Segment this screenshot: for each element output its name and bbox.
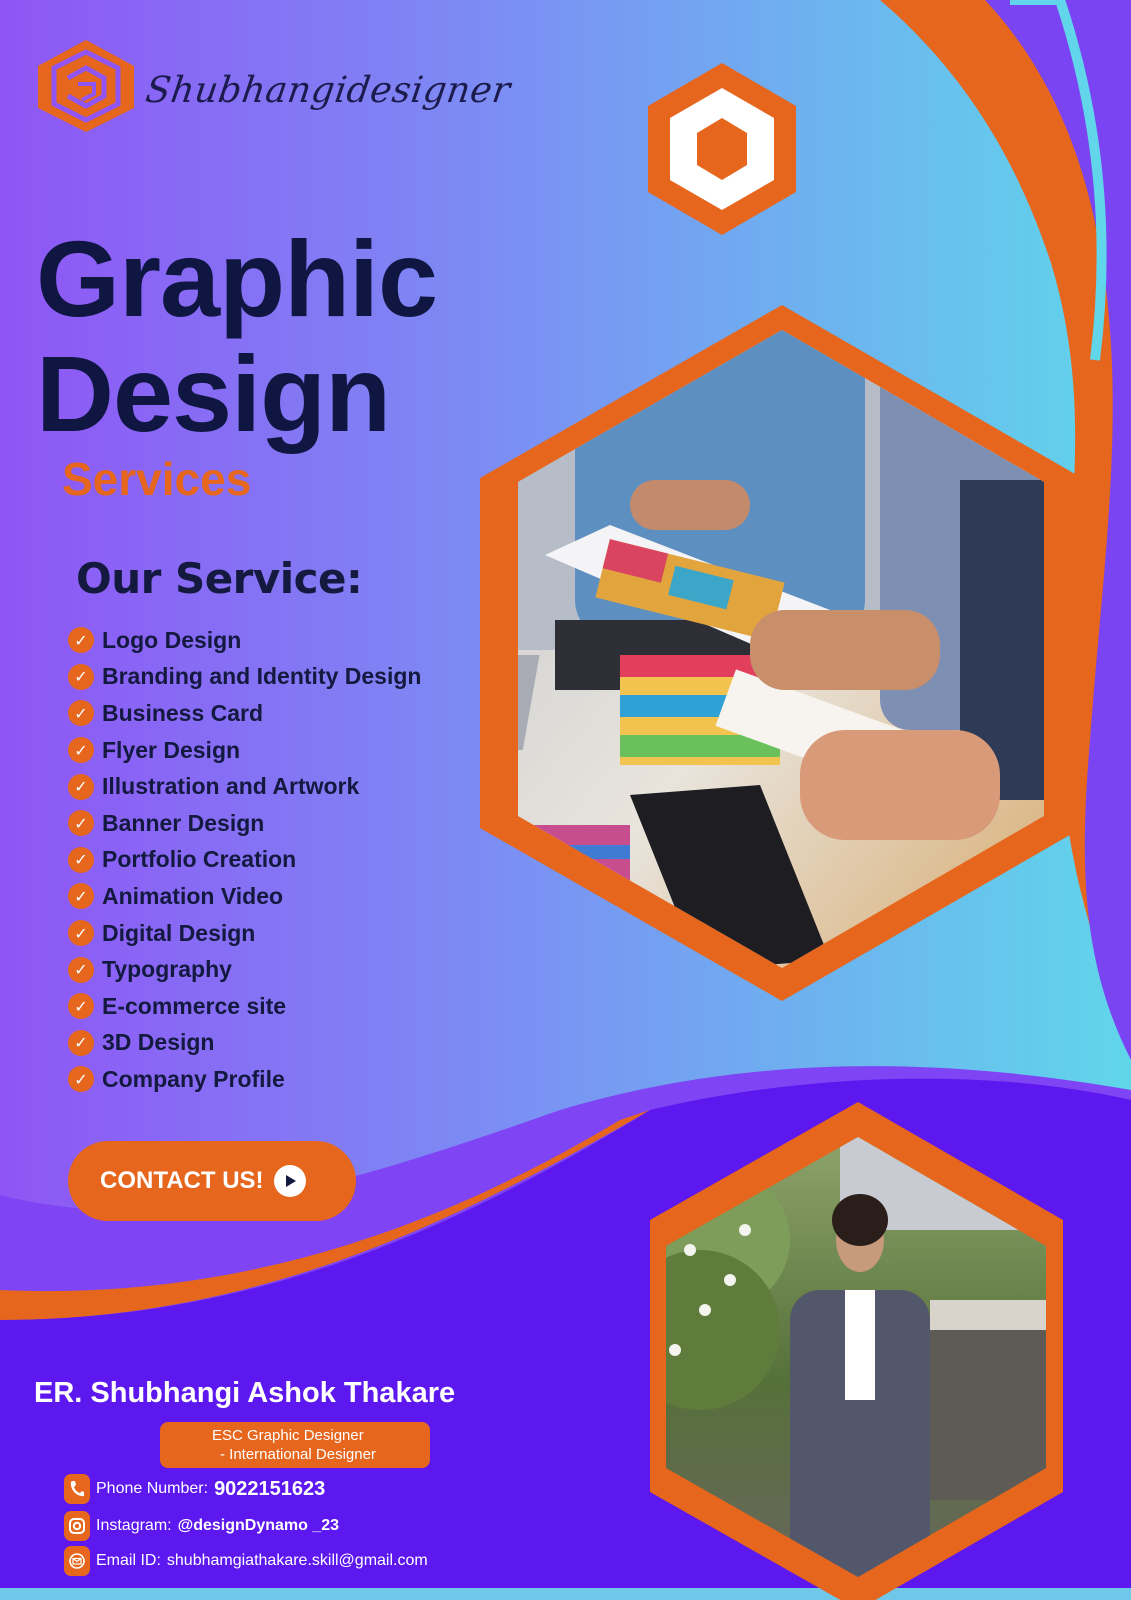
check-circle-icon: ✓	[68, 810, 94, 837]
instagram-icon	[64, 1511, 90, 1541]
brand-header: Shubhangidesigner	[34, 38, 513, 134]
service-item: ✓ Typography	[68, 951, 421, 988]
service-item: ✓ Flyer Design	[68, 732, 421, 769]
check-circle-icon: ✓	[68, 663, 94, 690]
check-circle-icon: ✓	[68, 883, 94, 910]
service-item: ✓ Illustration and Artwork	[68, 768, 421, 805]
service-item: ✓ E-commerce site	[68, 988, 421, 1025]
service-item: ✓ Banner Design	[68, 805, 421, 842]
check-circle-icon: ✓	[68, 920, 94, 947]
instagram-row: Instagram: @designDynamo _23	[64, 1511, 339, 1541]
service-item: ✓ Portfolio Creation	[68, 842, 421, 879]
instagram-label: Instagram:	[96, 1517, 172, 1534]
instagram-handle[interactable]: @designDynamo _23	[178, 1517, 339, 1535]
check-circle-icon: ✓	[68, 956, 94, 983]
service-item: ✓ Animation Video	[68, 878, 421, 915]
role-line2: - International Designer	[220, 1446, 376, 1463]
play-arrow-icon	[273, 1165, 306, 1197]
email-label: Email ID:	[96, 1552, 161, 1569]
email-address[interactable]: shubhamgiathakare.skill@gmail.com	[167, 1552, 428, 1570]
phone-label: Phone Number:	[96, 1480, 209, 1497]
service-item: ✓ Digital Design	[68, 915, 421, 952]
check-circle-icon: ✓	[68, 627, 94, 654]
service-item: ✓ 3D Design	[68, 1025, 421, 1062]
hero-title-line1: Graphic	[36, 218, 438, 339]
phone-row: Phone Number: 9022151623	[64, 1474, 325, 1504]
hero-title-line2: Design	[36, 333, 391, 454]
service-item: ✓ Branding and Identity Design	[68, 659, 421, 696]
service-item: ✓ Business Card	[68, 695, 421, 732]
brand-name: Shubhangidesigner	[143, 69, 513, 111]
role-badge: ESC Graphic Designer - International Des…	[160, 1422, 430, 1468]
check-circle-icon: ✓	[68, 993, 94, 1020]
services-heading: Our Service:	[76, 554, 363, 603]
check-circle-icon: ✓	[68, 700, 94, 727]
check-circle-icon: ✓	[68, 737, 94, 764]
check-circle-icon: ✓	[68, 846, 94, 873]
services-list: ✓ Logo Design ✓ Branding and Identity Desi…	[68, 622, 421, 1098]
service-item: ✓ Logo Design	[68, 622, 421, 659]
email-icon	[64, 1546, 90, 1576]
profile-name: ER. Shubhangi Ashok Thakare	[34, 1377, 456, 1409]
contact-us-label: CONTACT US!	[100, 1167, 264, 1194]
check-circle-icon: ✓	[68, 1029, 94, 1056]
hero-subtitle: Services	[62, 453, 252, 505]
email-row: Email ID: shubhamgiathakare.skill@gmail.…	[64, 1546, 428, 1576]
phone-number[interactable]: 9022151623	[214, 1478, 325, 1501]
role-line1: ESC Graphic Designer	[212, 1427, 364, 1444]
contact-us-button[interactable]: CONTACT US!	[68, 1141, 356, 1221]
check-circle-icon: ✓	[68, 1066, 94, 1093]
phone-icon	[64, 1474, 90, 1504]
check-circle-icon: ✓	[68, 773, 94, 800]
brand-monogram-icon	[38, 40, 134, 132]
service-item: ✓ Company Profile	[68, 1061, 421, 1098]
